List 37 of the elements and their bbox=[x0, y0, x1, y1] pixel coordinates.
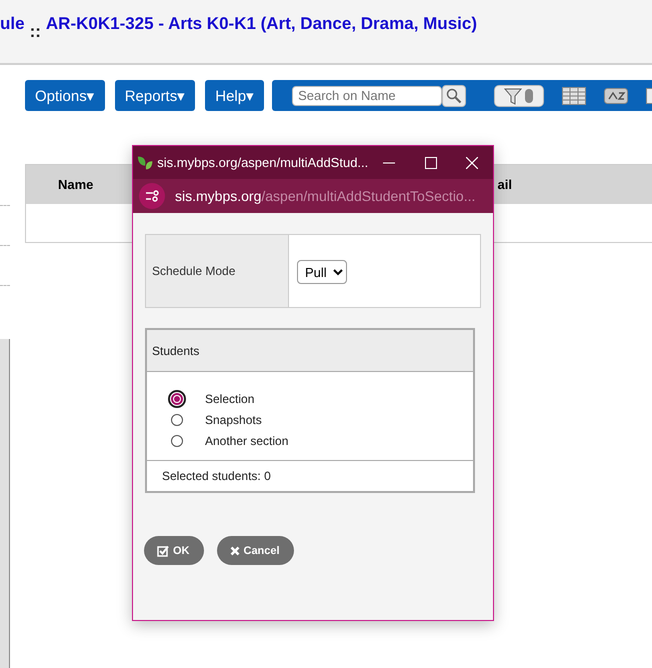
window-title: sis.mybps.org/aspen/multiAddStud... bbox=[157, 155, 368, 170]
close-icon bbox=[466, 156, 478, 168]
grid-icon[interactable] bbox=[562, 86, 586, 104]
selected-count: Selected students: 0 bbox=[147, 460, 473, 491]
maximize-icon bbox=[424, 156, 437, 168]
section-title: AR-K0K1-325 - Arts K0-K1 (Art, Dance, Drama, Music) bbox=[46, 14, 477, 34]
ok-button[interactable]: OK bbox=[144, 536, 204, 565]
search-field[interactable]: Search on Name bbox=[292, 86, 442, 106]
page-icon[interactable] bbox=[646, 88, 652, 104]
close-icon bbox=[230, 546, 240, 556]
radio-button[interactable] bbox=[171, 414, 183, 426]
radio-label[interactable]: Snapshots bbox=[205, 413, 262, 427]
filter-toggle[interactable] bbox=[494, 84, 544, 106]
address-host: sis.mybps.org bbox=[175, 188, 262, 204]
radio-label[interactable]: Another section bbox=[205, 434, 288, 448]
column-header[interactable]: Name bbox=[58, 177, 94, 192]
title-separator: :: bbox=[30, 22, 41, 42]
switch-icon bbox=[524, 88, 534, 104]
site-settings-icon[interactable] bbox=[139, 183, 165, 209]
page-title: ule bbox=[0, 14, 25, 34]
column-header[interactable]: ail bbox=[498, 177, 512, 192]
radio-label[interactable]: Selection bbox=[205, 392, 254, 406]
menu-button[interactable]: Options▾ bbox=[25, 80, 105, 111]
leaf-icon bbox=[137, 154, 154, 170]
field-label: Schedule Mode bbox=[146, 235, 289, 307]
panel-heading: Students bbox=[147, 330, 473, 372]
radio-button[interactable] bbox=[171, 435, 183, 447]
checkbox-icon bbox=[157, 544, 169, 556]
menu-button[interactable]: Reports▾ bbox=[114, 80, 196, 111]
address-path: /aspen/multiAddStudentToSectio... bbox=[261, 188, 476, 204]
sort-icon[interactable] bbox=[604, 88, 628, 104]
filter-icon bbox=[504, 86, 522, 104]
menu-button[interactable]: Help▾ bbox=[205, 80, 264, 111]
cancel-button[interactable]: Cancel bbox=[216, 536, 294, 565]
schedule-mode-select[interactable]: Pull bbox=[297, 260, 347, 284]
radio-button[interactable] bbox=[171, 393, 183, 405]
search-button[interactable] bbox=[442, 84, 466, 106]
